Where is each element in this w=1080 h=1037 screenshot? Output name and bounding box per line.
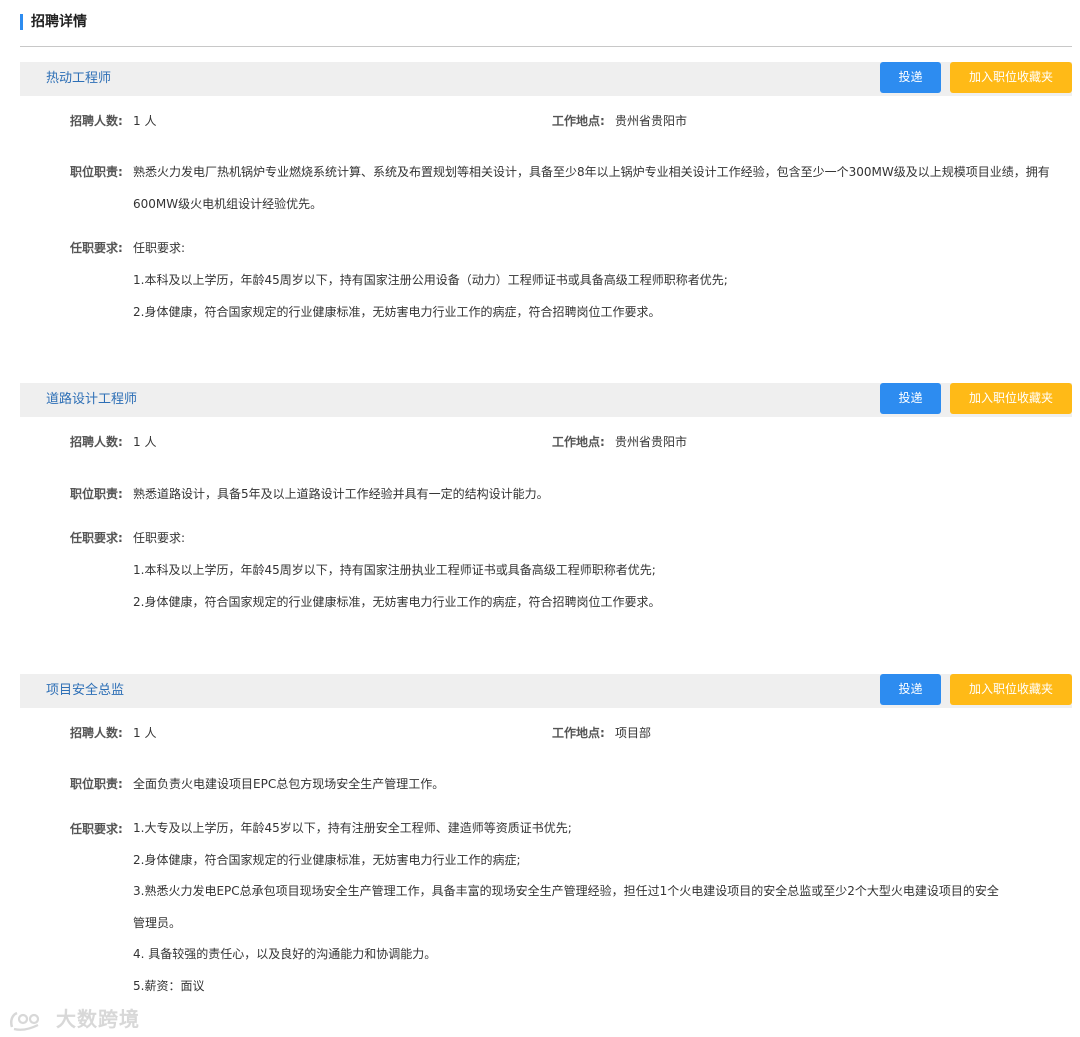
duty-label: 职位职责: <box>70 777 123 791</box>
location-value: 项目部 <box>615 726 652 740</box>
watermark-logo-icon <box>9 1011 40 1031</box>
duty-line: 600MW级火电机组设计经验优先。 <box>133 197 323 211</box>
requirement-line: 任职要求: <box>133 241 186 255</box>
job-title-link[interactable]: 项目安全总监 <box>46 682 124 700</box>
duty-label: 职位职责: <box>70 487 123 501</box>
requirement-line: 1.本科及以上学历，年龄45周岁以下，持有国家注册公用设备（动力）工程师证书或具… <box>133 273 728 287</box>
requirement-line: 1.本科及以上学历，年龄45周岁以下，持有国家注册执业工程师证书或具备高级工程师… <box>133 563 656 577</box>
job-header: 热动工程师 投递 加入职位收藏夹 <box>20 62 1072 96</box>
duty-text: 全面负责火电建设项目EPC总包方现场安全生产管理工作。 <box>133 768 1063 800</box>
count-label: 招聘人数: <box>70 726 123 740</box>
requirement-line: 4. 具备较强的责任心，以及良好的沟通能力和协调能力。 <box>133 947 437 961</box>
duty-text: 熟悉火力发电厂热机锅炉专业燃烧系统计算、系统及布置规划等相关设计，具备至少8年以… <box>133 156 1063 220</box>
watermark: 大数跨境 <box>8 1003 140 1033</box>
add-to-favorites-button[interactable]: 加入职位收藏夹 <box>950 62 1072 93</box>
add-to-favorites-button[interactable]: 加入职位收藏夹 <box>950 674 1072 705</box>
requirement-line: 3.熟悉火力发电EPC总承包项目现场安全生产管理工作，具备丰富的现场安全生产管理… <box>133 884 999 898</box>
apply-button[interactable]: 投递 <box>880 62 941 93</box>
job-title-link[interactable]: 道路设计工程师 <box>46 391 137 409</box>
requirement-line: 2.身体健康，符合国家规定的行业健康标准，无妨害电力行业工作的病症，符合招聘岗位… <box>133 595 661 609</box>
apply-button[interactable]: 投递 <box>880 674 941 705</box>
duty-text: 熟悉道路设计，具备5年及以上道路设计工作经验并具有一定的结构设计能力。 <box>133 478 1063 510</box>
job-card: 热动工程师 投递 加入职位收藏夹 招聘人数: 1 人 工作地点: 贵州省贵阳市 … <box>20 62 1072 332</box>
page-header: 招聘详情 <box>20 12 1072 47</box>
requirement-line: 任职要求: <box>133 531 186 545</box>
requirement-label: 任职要求: <box>70 241 123 255</box>
requirement-text: 1.大专及以上学历，年龄45岁以下，持有注册安全工程师、建造师等资质证书优先; … <box>133 813 1063 1002</box>
location-value: 贵州省贵阳市 <box>615 114 688 128</box>
count-value: 1 人 <box>133 435 157 449</box>
page-title: 招聘详情 <box>31 14 87 30</box>
job-card: 道路设计工程师 投递 加入职位收藏夹 招聘人数: 1 人 工作地点: 贵州省贵阳… <box>20 383 1072 623</box>
title-accent-bar <box>20 14 23 30</box>
location-value: 贵州省贵阳市 <box>615 435 688 449</box>
requirement-line: 5.薪资：面议 <box>133 978 205 993</box>
job-header: 项目安全总监 投递 加入职位收藏夹 <box>20 674 1072 708</box>
job-card: 项目安全总监 投递 加入职位收藏夹 招聘人数: 1 人 工作地点: 项目部 职位… <box>20 674 1072 1004</box>
requirement-line: 管理员。 <box>133 915 182 930</box>
requirement-label: 任职要求: <box>70 531 123 545</box>
requirement-text: 任职要求: 1.本科及以上学历，年龄45周岁以下，持有国家注册公用设备（动力）工… <box>133 232 1063 328</box>
requirement-line: 2.身体健康，符合国家规定的行业健康标准，无妨害电力行业工作的病症; <box>133 852 521 867</box>
location-label: 工作地点: <box>552 114 605 128</box>
count-value: 1 人 <box>133 114 157 128</box>
location-label: 工作地点: <box>552 435 605 449</box>
duty-label: 职位职责: <box>70 165 123 179</box>
job-title-link[interactable]: 热动工程师 <box>46 70 111 88</box>
duty-line: 全面负责火电建设项目EPC总包方现场安全生产管理工作。 <box>133 777 445 791</box>
watermark-text: 大数跨境 <box>55 1007 140 1031</box>
add-to-favorites-button[interactable]: 加入职位收藏夹 <box>950 383 1072 414</box>
requirement-label: 任职要求: <box>70 822 123 836</box>
location-label: 工作地点: <box>552 726 605 740</box>
requirement-line: 2.身体健康，符合国家规定的行业健康标准，无妨害电力行业工作的病症，符合招聘岗位… <box>133 305 661 319</box>
job-header: 道路设计工程师 投递 加入职位收藏夹 <box>20 383 1072 417</box>
count-value: 1 人 <box>133 726 157 740</box>
duty-line: 熟悉火力发电厂热机锅炉专业燃烧系统计算、系统及布置规划等相关设计，具备至少8年以… <box>133 165 1050 179</box>
requirement-line: 1.大专及以上学历，年龄45岁以下，持有注册安全工程师、建造师等资质证书优先; <box>133 821 572 835</box>
duty-line: 熟悉道路设计，具备5年及以上道路设计工作经验并具有一定的结构设计能力。 <box>133 487 549 501</box>
count-label: 招聘人数: <box>70 114 123 128</box>
count-label: 招聘人数: <box>70 435 123 449</box>
requirement-text: 任职要求: 1.本科及以上学历，年龄45周岁以下，持有国家注册执业工程师证书或具… <box>133 522 1063 618</box>
apply-button[interactable]: 投递 <box>880 383 941 414</box>
